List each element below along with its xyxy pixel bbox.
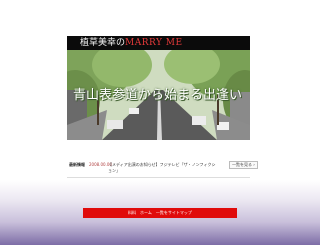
brand-logo-text: MARRY ME	[125, 38, 183, 48]
site-title[interactable]: 植草美幸のMARRY ME	[80, 37, 183, 49]
site-title-prefix: 植草美幸の	[80, 38, 126, 48]
news-label: 最新情報	[69, 162, 85, 167]
hero-banner: 青山表参道から始まる出逢い	[67, 50, 250, 140]
news-more-button[interactable]: 一覧を見る ›	[229, 161, 258, 169]
footer-nav: 料料 ホーム 一覧をサイトマップ	[83, 208, 237, 218]
news-divider	[67, 177, 250, 178]
news-item-link[interactable]: 【メディア出演のお知らせ】フジテレビ「ザ・ノンフィクション」	[108, 162, 218, 174]
hero-caption: 青山表参道から始まる出逢い	[73, 88, 243, 103]
news-section: 最新情報 2008.00.00 【メディア出演のお知らせ】フジテレビ「ザ・ノンフ…	[67, 159, 258, 179]
footer-links[interactable]: 料料 ホーム 一覧をサイトマップ	[83, 210, 237, 216]
